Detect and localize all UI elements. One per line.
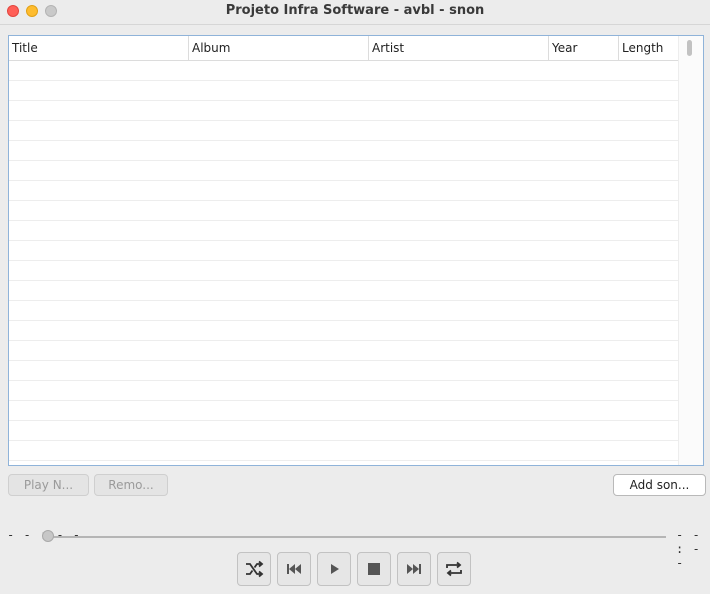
table-row[interactable] <box>9 101 679 121</box>
previous-button[interactable] <box>277 552 311 586</box>
app-window: Projeto Infra Software - avbl - snon Tit… <box>0 0 710 594</box>
table-row[interactable] <box>9 201 679 221</box>
table-row[interactable] <box>9 81 679 101</box>
window-title: Projeto Infra Software - avbl - snon <box>225 3 485 18</box>
repeat-button[interactable] <box>437 552 471 586</box>
table-row[interactable] <box>9 401 679 421</box>
table-row[interactable] <box>9 61 679 81</box>
table-row[interactable] <box>9 361 679 381</box>
table-row[interactable] <box>9 141 679 161</box>
next-icon <box>407 564 421 574</box>
previous-icon <box>287 564 301 574</box>
table-row[interactable] <box>9 161 679 181</box>
scrollbar-thumb[interactable] <box>687 40 692 56</box>
table-row[interactable] <box>9 121 679 141</box>
table-row[interactable] <box>9 381 679 401</box>
next-button[interactable] <box>397 552 431 586</box>
column-header-length[interactable]: Length <box>619 36 679 60</box>
add-song-button[interactable]: Add son... <box>613 474 706 496</box>
column-header-artist[interactable]: Artist <box>369 36 549 60</box>
table-row[interactable] <box>9 321 679 341</box>
table-row[interactable] <box>9 261 679 281</box>
progress-slider-knob[interactable] <box>42 530 54 542</box>
table-row[interactable] <box>9 281 679 301</box>
column-header-album[interactable]: Album <box>189 36 369 60</box>
table-row[interactable] <box>9 301 679 321</box>
table-row[interactable] <box>9 441 679 461</box>
table-scrollbar[interactable] <box>678 36 703 465</box>
repeat-icon <box>446 561 462 577</box>
table-body[interactable] <box>9 61 679 465</box>
total-time: - - : - - <box>676 528 701 570</box>
table-row[interactable] <box>9 221 679 241</box>
table-header: Title Album Artist Year Length <box>9 36 703 61</box>
song-table[interactable]: Title Album Artist Year Length <box>8 35 704 466</box>
play-icon <box>331 564 339 574</box>
stop-icon <box>368 563 380 575</box>
column-header-year[interactable]: Year <box>549 36 619 60</box>
table-row[interactable] <box>9 181 679 201</box>
title-bar: Projeto Infra Software - avbl - snon <box>0 0 710 25</box>
table-row[interactable] <box>9 341 679 361</box>
column-header-title[interactable]: Title <box>9 36 189 60</box>
progress-track[interactable] <box>46 536 666 538</box>
table-row[interactable] <box>9 421 679 441</box>
stop-button[interactable] <box>357 552 391 586</box>
shuffle-button[interactable] <box>237 552 271 586</box>
table-row[interactable] <box>9 241 679 261</box>
play-now-button[interactable]: Play N... <box>8 474 89 496</box>
shuffle-icon <box>246 560 264 578</box>
remove-button[interactable]: Remo... <box>94 474 168 496</box>
play-button[interactable] <box>317 552 351 586</box>
